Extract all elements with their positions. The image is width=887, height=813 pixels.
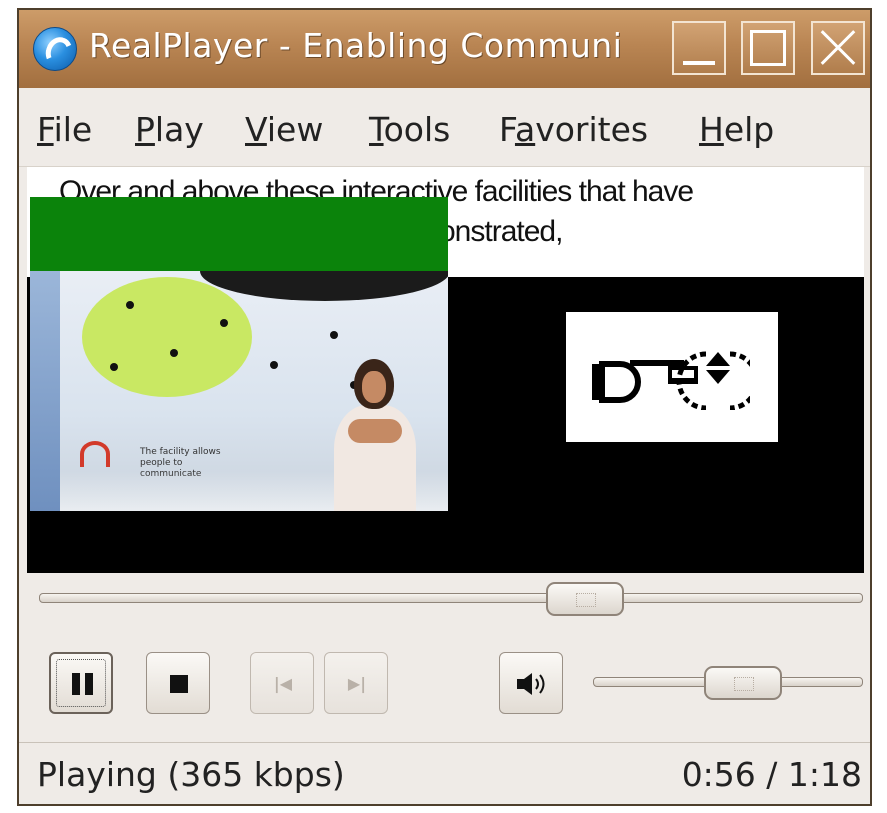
whiteboard-toolbar — [30, 271, 60, 511]
drawing-dot — [270, 361, 278, 369]
sun-drawing — [82, 277, 252, 397]
maximize-icon — [750, 30, 786, 66]
skip-next-icon: ▶| — [347, 674, 367, 693]
skip-previous-icon: |◀ — [273, 674, 293, 693]
maximize-button[interactable] — [741, 21, 795, 75]
status-bar: Playing (365 kbps) 0:56 / 1:18 — [19, 742, 870, 804]
pause-button[interactable] — [49, 652, 113, 714]
menu-file[interactable]: File — [37, 110, 92, 149]
menu-tools[interactable]: Tools — [369, 110, 450, 149]
menu-bar: File Play View Tools Favorites Help — [19, 88, 870, 167]
stop-button[interactable] — [146, 652, 210, 714]
realplayer-window: RealPlayer - Enabling Communi File Play … — [17, 8, 872, 806]
window-title: RealPlayer - Enabling Communi — [89, 26, 623, 65]
stop-icon — [170, 675, 188, 693]
seek-bar-thumb[interactable] — [546, 582, 625, 616]
caption-overlay-bar — [30, 197, 448, 271]
drawing-dot — [126, 301, 134, 309]
grip-icon — [734, 677, 755, 691]
communication-symbol-icon — [592, 351, 750, 410]
grip-icon — [576, 593, 597, 607]
sign-language-video-frame: The facility allows people to communicat… — [30, 271, 448, 511]
pause-icon — [72, 673, 94, 695]
playback-time: 0:56 / 1:18 — [681, 755, 862, 794]
seek-bar-track[interactable] — [39, 593, 863, 603]
title-bar[interactable]: RealPlayer - Enabling Communi — [19, 10, 870, 88]
previous-button[interactable]: |◀ — [250, 652, 314, 714]
drawing-dot — [220, 319, 228, 327]
next-button[interactable]: ▶| — [324, 652, 388, 714]
volume-button[interactable] — [499, 652, 563, 714]
drawing-dot — [170, 349, 178, 357]
volume-slider-thumb[interactable] — [704, 666, 783, 700]
symbol-graphic — [566, 312, 778, 442]
speaker-icon — [517, 673, 545, 695]
menu-view[interactable]: View — [245, 110, 323, 149]
minimize-button[interactable] — [672, 21, 726, 75]
drawing-dot — [110, 363, 118, 371]
close-button[interactable] — [811, 21, 865, 75]
menu-help[interactable]: Help — [699, 110, 774, 149]
organisation-logo-icon — [80, 441, 110, 467]
menu-play[interactable]: Play — [135, 110, 204, 149]
playback-status: Playing (365 kbps) — [37, 755, 345, 794]
cloud-drawing — [200, 271, 448, 301]
minimize-icon — [683, 61, 715, 65]
video-display[interactable]: Over and above these interactive facilit… — [27, 167, 864, 573]
sign-language-interpreter — [320, 359, 430, 511]
menu-favorites[interactable]: Favorites — [499, 110, 648, 149]
drawing-dot — [330, 331, 338, 339]
realplayer-logo-icon[interactable] — [33, 27, 77, 71]
close-icon — [813, 23, 863, 73]
